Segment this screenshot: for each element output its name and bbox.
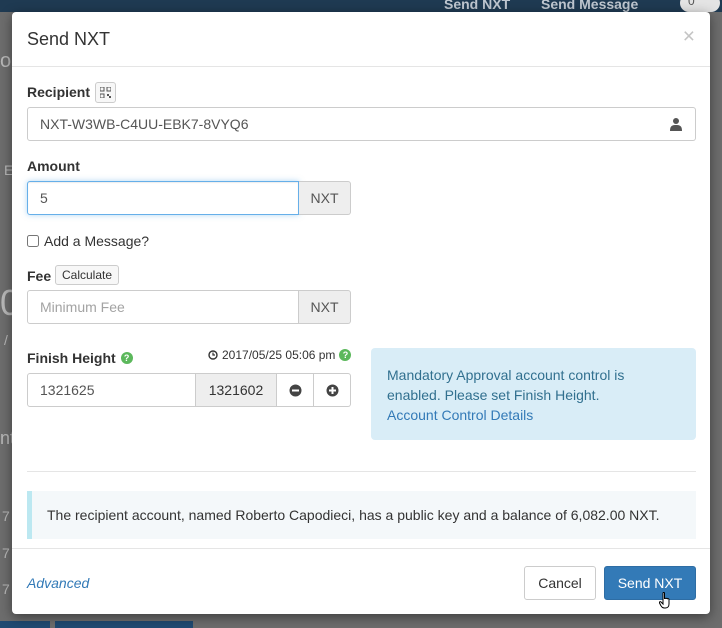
finish-height-label: Finish Height — [27, 350, 116, 366]
cancel-button[interactable]: Cancel — [524, 566, 596, 600]
user-icon — [669, 118, 682, 131]
finish-height-input[interactable] — [27, 373, 196, 407]
alert-text: Mandatory Approval account control is en… — [387, 367, 625, 403]
finish-height-datetime: 2017/05/25 05:06 pm — [222, 348, 336, 362]
calculate-fee-button[interactable]: Calculate — [55, 265, 119, 285]
close-icon[interactable]: × — [683, 26, 695, 47]
account-control-details-link[interactable]: Account Control Details — [387, 407, 533, 423]
qr-code-icon[interactable] — [95, 82, 116, 103]
fee-unit: NXT — [299, 290, 351, 324]
account-control-alert: Mandatory Approval account control is en… — [371, 348, 696, 440]
add-message-toggle[interactable]: Add a Message? — [27, 233, 149, 249]
background-fragment: 7 — [2, 508, 10, 524]
modal-footer: Advanced Cancel Send NXT — [12, 548, 710, 614]
fee-label: Fee — [27, 268, 52, 284]
finish-height-datetime-row: 2017/05/25 05:06 pm ? — [208, 348, 352, 362]
minus-circle-icon — [289, 384, 301, 396]
contacts-button[interactable] — [656, 107, 696, 141]
send-nxt-button[interactable]: Send NXT — [604, 566, 696, 600]
background-fragment: 7 — [2, 545, 10, 561]
modal-header: Send NXT × — [12, 12, 710, 67]
fee-input[interactable] — [27, 290, 299, 324]
amount-input[interactable] — [27, 181, 299, 215]
current-height-addon: 1321602 — [195, 373, 277, 407]
modal-title: Send NXT — [27, 29, 111, 49]
background-fragment: / — [4, 332, 8, 348]
background-button — [55, 621, 193, 628]
add-message-label: Add a Message? — [44, 233, 150, 249]
qr-code-icon-glyph — [100, 87, 111, 98]
divider — [27, 471, 696, 472]
recipient-info-callout: The recipient account, named Roberto Cap… — [27, 491, 696, 539]
background-nav-send-nxt: Send NXT — [444, 0, 511, 12]
background-fragment: 7 — [2, 581, 10, 597]
background-nav-send-message: Send Message — [541, 0, 639, 12]
increase-height-button[interactable] — [314, 373, 351, 407]
hand-cursor-icon — [659, 592, 670, 609]
amount-unit: NXT — [299, 181, 351, 215]
clock-icon — [208, 350, 218, 360]
recipient-info-text: The recipient account, named Roberto Cap… — [47, 507, 660, 523]
advanced-link[interactable]: Advanced — [27, 575, 89, 591]
plus-circle-icon — [326, 384, 338, 396]
recipient-label: Recipient — [27, 84, 91, 100]
background-badge: 0 — [680, 0, 720, 12]
finish-height-label-row: Finish Height ? — [27, 350, 133, 366]
amount-label: Amount — [27, 158, 80, 174]
recipient-input[interactable] — [27, 107, 657, 141]
add-message-checkbox[interactable] — [27, 235, 39, 247]
decrease-height-button[interactable] — [277, 373, 314, 407]
help-icon[interactable]: ? — [120, 352, 133, 364]
send-nxt-modal: Send NXT × Recipient Amount NXT Add a Me… — [12, 12, 710, 614]
background-button — [0, 621, 50, 628]
help-icon[interactable]: ? — [339, 349, 352, 361]
